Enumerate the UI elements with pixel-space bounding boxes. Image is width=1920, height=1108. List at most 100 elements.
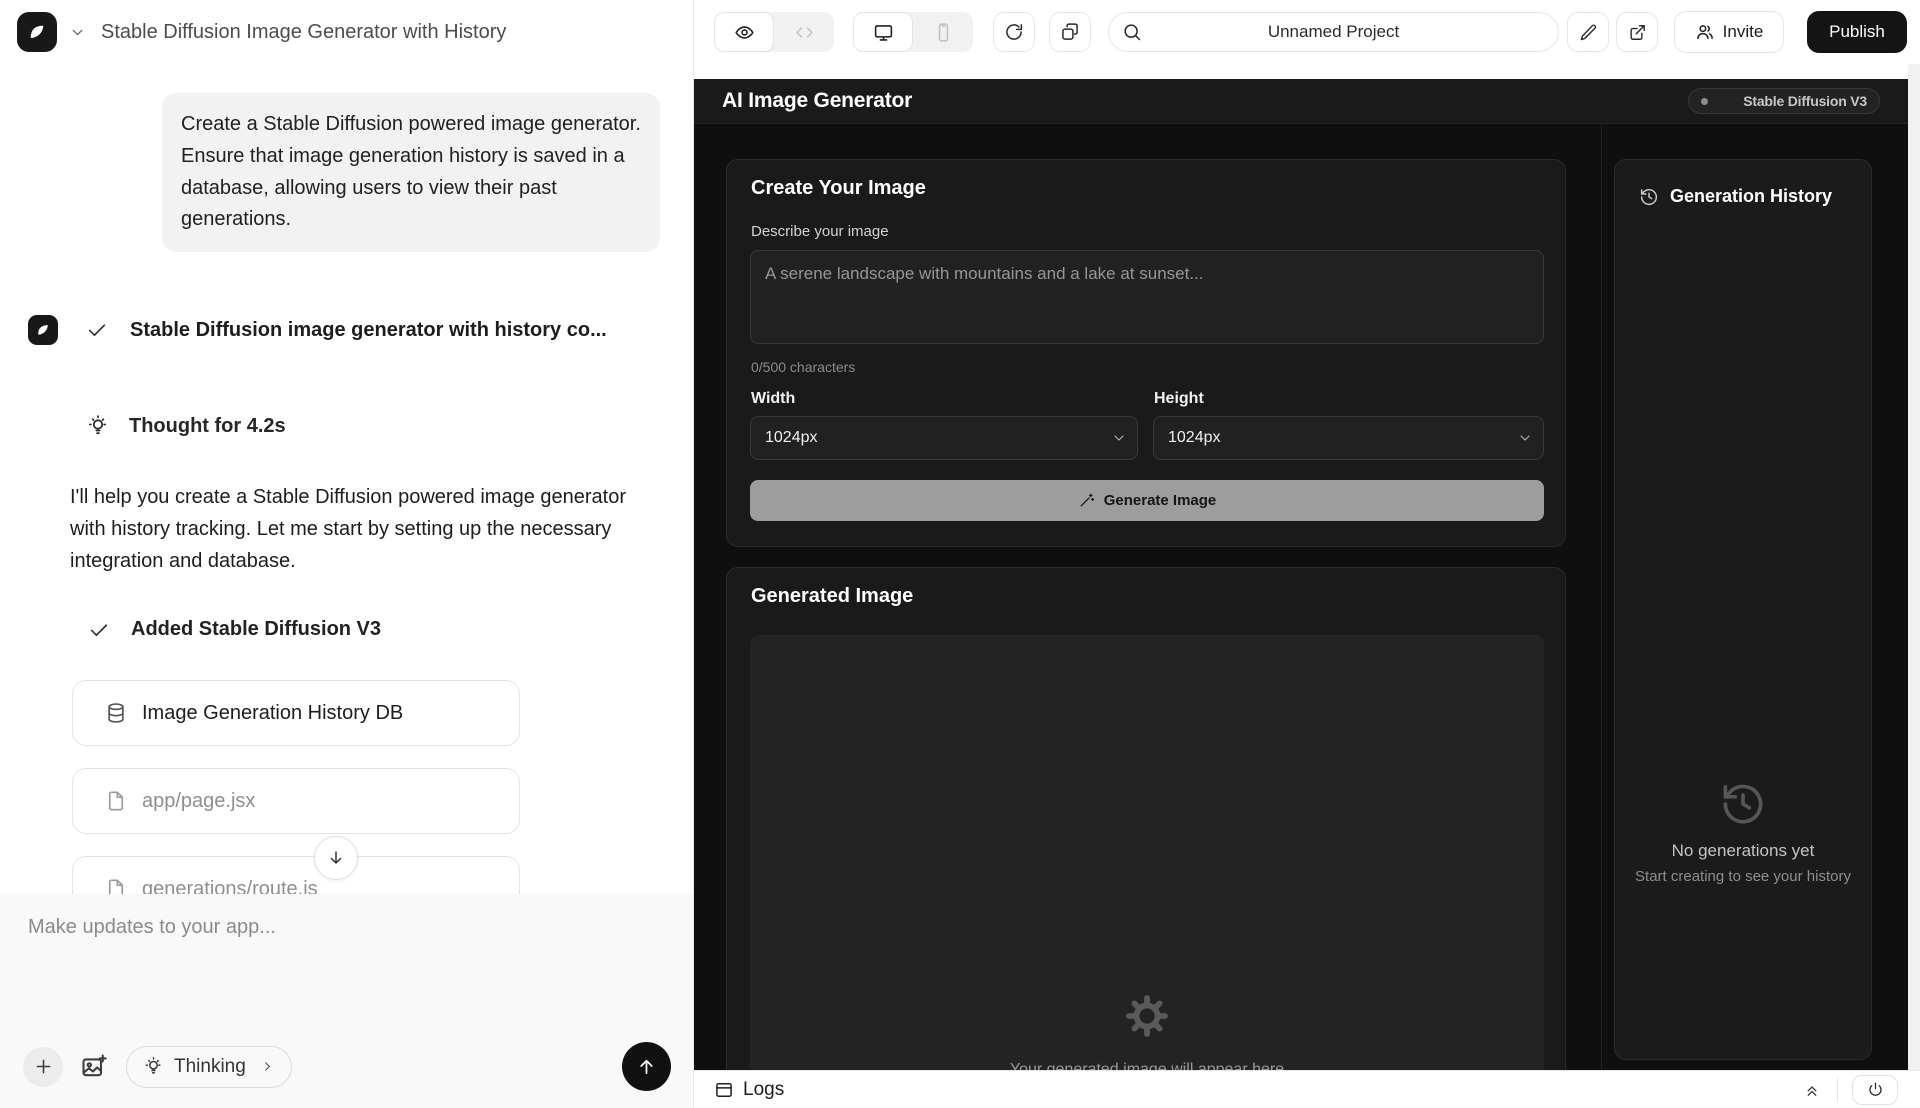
prompt-textarea[interactable] [750, 250, 1544, 344]
chevron-down-icon [1517, 430, 1533, 446]
logs-label: Logs [743, 1079, 784, 1101]
added-step-row: Added Stable Diffusion V3 [88, 618, 381, 641]
thinking-mode-button[interactable]: Thinking [126, 1046, 292, 1088]
history-empty-icon [1615, 780, 1871, 828]
rename-button[interactable] [1567, 12, 1609, 52]
project-name: Unnamed Project [1268, 22, 1399, 42]
send-button[interactable] [622, 1042, 671, 1091]
generate-image-button[interactable]: Generate Image [750, 480, 1544, 521]
search-icon [1122, 22, 1142, 42]
invite-label: Invite [1723, 22, 1764, 42]
view-mode-toggle [714, 12, 834, 52]
code-mode-button[interactable] [774, 12, 834, 52]
users-icon [1695, 22, 1715, 42]
generate-label: Generate Image [1104, 492, 1217, 509]
user-message-bubble: Create a Stable Diffusion powered image … [162, 93, 660, 252]
artifact-label: Image Generation History DB [142, 702, 403, 725]
generated-image-card: Generated Image Your generated image wil… [726, 567, 1566, 1070]
history-empty-subtitle: Start creating to see your history [1615, 868, 1871, 885]
width-value: 1024px [765, 429, 818, 447]
file-icon [105, 790, 127, 812]
gear-icon [750, 993, 1544, 1039]
history-header: Generation History [1639, 186, 1832, 207]
workspace: Unnamed Project Invite Publish AI Image … [694, 0, 1920, 1108]
thought-duration: Thought for 4.2s [129, 415, 286, 438]
prompt-label: Describe your image [751, 223, 889, 240]
database-icon [105, 702, 127, 724]
desktop-view-button[interactable] [853, 12, 913, 52]
page-title: Stable Diffusion Image Generator with Hi… [101, 21, 506, 44]
expand-logs-button[interactable] [1803, 1081, 1821, 1099]
generated-empty-text: Your generated image will appear here [750, 1061, 1544, 1070]
copy-icon [1060, 22, 1080, 42]
logs-bar[interactable]: Logs [694, 1070, 1920, 1108]
artifact-label: app/page.jsx [142, 790, 255, 813]
generated-card-title: Generated Image [751, 585, 913, 608]
artifact-card-page-file[interactable]: app/page.jsx [72, 768, 520, 834]
assistant-avatar-icon [28, 315, 58, 345]
refresh-icon [1004, 22, 1024, 42]
preview-canvas: AI Image Generator Stable Diffusion V3 C… [694, 79, 1908, 1070]
assistant-message: I'll help you create a Stable Diffusion … [70, 481, 654, 577]
code-icon [794, 22, 815, 43]
chevrons-up-icon [1803, 1081, 1821, 1099]
external-link-icon [1628, 23, 1647, 42]
power-icon [1867, 1081, 1884, 1098]
preview-mode-button[interactable] [714, 12, 774, 52]
eye-icon [734, 22, 755, 43]
chevron-right-icon [260, 1059, 275, 1074]
thought-row[interactable]: Thought for 4.2s [86, 414, 286, 438]
power-button[interactable] [1852, 1075, 1898, 1105]
status-dot [1701, 98, 1708, 105]
create-image-card: Create Your Image Describe your image 0/… [726, 159, 1566, 547]
image-plus-icon [80, 1053, 108, 1081]
project-name-input[interactable]: Unnamed Project [1108, 12, 1559, 52]
composer-input[interactable]: Make updates to your app... [28, 916, 276, 939]
invite-button[interactable]: Invite [1674, 11, 1784, 53]
artifact-card-database[interactable]: Image Generation History DB [72, 680, 520, 746]
height-label: Height [1154, 390, 1204, 408]
preview-scrollbar[interactable] [1908, 64, 1920, 1070]
task-summary: Stable Diffusion image generator with hi… [130, 319, 607, 342]
model-badge: Stable Diffusion V3 [1688, 88, 1880, 114]
add-attachment-button[interactable] [23, 1047, 63, 1087]
open-external-button[interactable] [1616, 12, 1658, 52]
plus-icon [33, 1056, 54, 1077]
history-title: Generation History [1670, 186, 1832, 207]
panel-divider [1601, 124, 1602, 1070]
publish-button[interactable]: Publish [1807, 11, 1907, 53]
height-select[interactable]: 1024px [1153, 416, 1544, 460]
add-image-button[interactable] [80, 1053, 108, 1081]
mobile-view-button[interactable] [913, 12, 973, 52]
preview-app-header: AI Image Generator Stable Diffusion V3 [694, 79, 1908, 124]
create-card-title: Create Your Image [751, 177, 926, 200]
copy-button[interactable] [1049, 12, 1091, 52]
wand-icon [1078, 492, 1095, 509]
width-select[interactable]: 1024px [750, 416, 1138, 460]
smartphone-icon [933, 22, 954, 43]
chat-header: Stable Diffusion Image Generator with Hi… [0, 0, 693, 64]
app-logo-icon[interactable] [17, 12, 57, 52]
device-toggle [853, 12, 973, 52]
model-badge-label: Stable Diffusion V3 [1743, 93, 1867, 109]
preview-app-title: AI Image Generator [722, 89, 912, 113]
lightbulb-icon [86, 414, 110, 438]
chevron-down-icon[interactable] [69, 24, 86, 41]
added-step-label: Added Stable Diffusion V3 [131, 618, 381, 641]
assistant-task-row[interactable]: Stable Diffusion image generator with hi… [28, 315, 607, 345]
scroll-to-bottom-button[interactable] [314, 836, 358, 880]
height-value: 1024px [1168, 429, 1221, 447]
chevron-down-icon [1111, 430, 1127, 446]
monitor-icon [873, 22, 894, 43]
generation-history-panel: Generation History No generations yet St… [1614, 159, 1872, 1060]
composer-panel[interactable]: Make updates to your app... Thinking [0, 894, 693, 1108]
app-window: Stable Diffusion Image Generator with Hi… [0, 0, 1920, 1108]
divider [1837, 1078, 1838, 1102]
char-counter: 0/500 characters [751, 359, 855, 375]
history-empty-title: No generations yet [1615, 841, 1871, 861]
composer-toolbar: Thinking [23, 1042, 671, 1091]
refresh-button[interactable] [993, 12, 1035, 52]
arrow-up-icon [635, 1055, 658, 1078]
width-label: Width [751, 390, 795, 408]
history-icon [1719, 780, 1767, 828]
